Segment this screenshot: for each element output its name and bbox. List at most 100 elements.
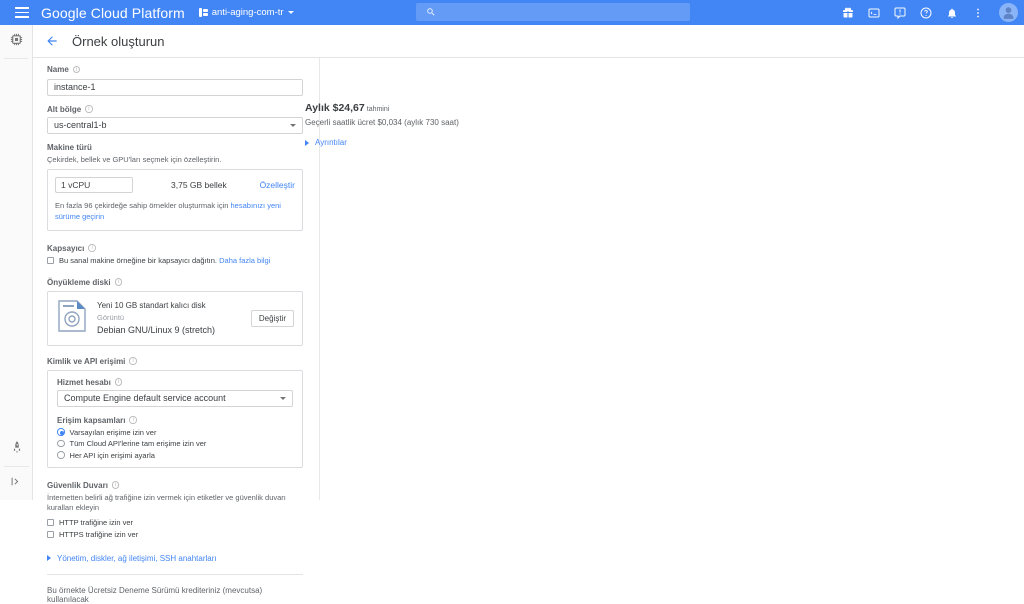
rail-item-marketplace[interactable] (0, 433, 33, 466)
firewall-http-label: HTTP trafiğine izin ver (59, 517, 134, 527)
scope-radio-custom[interactable] (57, 451, 65, 459)
info-icon[interactable]: i (114, 378, 123, 386)
advanced-settings-expander[interactable]: Yönetim, diskler, ağ iletişimi, SSH anah… (47, 554, 303, 563)
rail-expand-button[interactable] (0, 467, 33, 500)
field-container: Kapsayıcı i Bu sanal makine örneğine bir… (47, 244, 303, 266)
pricing-summary: Aylık $24,67 tahmini Geçerli saatlik ücre… (305, 102, 605, 147)
firewall-label-row: Güvenlik Duvarı i (47, 481, 303, 490)
vcpu-select[interactable]: 1 vCPU (55, 177, 133, 193)
search-input[interactable] (436, 6, 690, 18)
scope-label-custom: Her API için erişimi ayarla (69, 450, 155, 460)
info-icon[interactable]: i (114, 278, 123, 286)
firewall-http-row[interactable]: HTTP trafiğine izin ver (47, 518, 303, 528)
info-icon[interactable]: i (129, 357, 137, 365)
scope-option-default[interactable]: Varsayılan erişime izin ver (57, 428, 293, 437)
more-vert-icon[interactable] (970, 5, 985, 20)
container-label: Kapsayıcı (47, 243, 85, 253)
monthly-price: Aylık $24,67 (305, 102, 365, 114)
info-icon[interactable]: i (85, 105, 93, 113)
field-name: Name i (47, 65, 303, 96)
info-icon[interactable]: i (111, 481, 120, 489)
service-account-label-row: Hizmet hesabı i (57, 378, 293, 387)
container-checkbox[interactable] (47, 257, 54, 264)
page-title: Örnek oluşturun (72, 33, 165, 49)
scope-label-default: Varsayılan erişime izin ver (69, 427, 157, 437)
identity-label-row: Kimlik ve API erişimi i (47, 357, 303, 366)
container-more-info-link[interactable]: Daha fazla bilgi (219, 256, 270, 265)
section-divider (47, 573, 303, 575)
page-header: Örnek oluşturun (33, 25, 1024, 58)
back-arrow-icon[interactable] (45, 34, 59, 48)
page-content: Name i Alt bölge i us-central1-b Makine … (33, 58, 1024, 604)
firewall-https-row[interactable]: HTTPS trafiğine izin ver (47, 530, 303, 540)
scope-label-full: Tüm Cloud API'lerine tam erişime izin ve… (69, 439, 207, 449)
feedback-icon[interactable] (892, 5, 907, 20)
expand-panel-icon (10, 475, 23, 493)
boot-disk-size: Yeni 10 GB standart kalıcı disk (97, 301, 206, 311)
machine-type-label-row: Makine türü (47, 143, 303, 152)
machine-type-note: En fazla 96 çekirdeğe sahip örnekler olu… (55, 200, 295, 223)
customize-link[interactable]: Özelleştir (260, 180, 295, 190)
name-label-row: Name i (47, 65, 303, 74)
info-icon[interactable]: i (72, 65, 81, 74)
search-box[interactable] (416, 3, 690, 21)
firewall-https-checkbox[interactable] (47, 531, 54, 539)
hourly-price: Geçerli saatlik ücret $0,034 (aylık 730 … (305, 118, 459, 127)
change-boot-disk-button[interactable]: Değiştir (250, 309, 294, 327)
zone-label-row: Alt bölge i (47, 105, 303, 114)
container-checkbox-row[interactable]: Bu sanal makine örneğine bir kapsayıcı d… (47, 256, 303, 266)
terminal-icon[interactable] (866, 5, 881, 20)
marketplace-icon (10, 440, 24, 459)
access-scopes-label: Erişim kapsamları (57, 415, 126, 425)
gift-icon[interactable] (840, 5, 855, 20)
estimate-suffix: tahmini (366, 106, 390, 113)
identity-label: Kimlik ve API erişimi (47, 356, 126, 366)
zone-select[interactable]: us-central1-b (47, 116, 303, 134)
project-name: anti-aging-com-tr (211, 7, 284, 18)
firewall-http-checkbox[interactable] (47, 519, 54, 527)
boot-disk-label-row: Önyükleme diski i (47, 278, 303, 287)
left-rail (0, 25, 33, 500)
field-boot-disk: Önyükleme diski i Yeni 10 GB standart ka… (47, 278, 303, 346)
zone-label: Alt bölge (47, 104, 82, 114)
chevron-down-icon (287, 11, 294, 14)
info-icon[interactable]: i (129, 416, 137, 424)
service-account-select[interactable]: Compute Engine default service account (57, 389, 293, 407)
scope-radio-default[interactable] (57, 428, 65, 436)
access-scopes-label-row: Erişim kapsamları i (57, 416, 293, 425)
brand-title[interactable]: Google Cloud Platform (41, 5, 185, 21)
scope-radio-full[interactable] (57, 439, 65, 448)
advanced-settings-label: Yönetim, diskler, ağ iletişimi, SSH anah… (57, 553, 217, 563)
help-icon[interactable] (918, 5, 933, 20)
name-label: Name (47, 65, 69, 74)
firewall-label: Güvenlik Duvarı (47, 480, 108, 490)
avatar[interactable] (999, 3, 1018, 22)
top-bar-actions (840, 0, 1018, 25)
notifications-icon[interactable] (944, 5, 959, 20)
instance-form: Name i Alt bölge i us-central1-b Makine … (47, 65, 303, 604)
hamburger-menu-icon[interactable] (8, 7, 36, 18)
top-app-bar: Google Cloud Platform anti-aging-com-tr (0, 0, 1024, 25)
chevron-right-icon (305, 139, 309, 146)
identity-panel: Hizmet hesabı i Compute Engine default s… (47, 369, 303, 468)
pricing-details-expander[interactable]: Ayrıntılar (305, 138, 605, 147)
project-selector[interactable]: anti-aging-com-tr (198, 7, 294, 18)
cpu-chip-icon (9, 32, 24, 52)
firewall-https-label: HTTPS trafiğine izin ver (59, 529, 139, 539)
field-machine-type: Makine türü Çekirdek, bellek ve GPU'ları… (47, 143, 303, 231)
chevron-right-icon (47, 555, 51, 562)
scope-option-custom[interactable]: Her API için erişimi ayarla (57, 451, 293, 460)
rail-bottom-group (0, 433, 33, 500)
container-checkbox-label: Bu sanal makine örneğine bir kapsayıcı d… (59, 255, 218, 265)
boot-disk-panel: Yeni 10 GB standart kalıcı disk Görüntü … (47, 290, 303, 346)
field-firewall: Güvenlik Duvarı i İnternetten belirli ağ… (47, 481, 303, 540)
info-icon[interactable]: i (88, 244, 96, 252)
container-label-row: Kapsayıcı i (47, 244, 303, 253)
service-account-value: Compute Engine default service account (64, 393, 226, 404)
machine-type-note-text: En fazla 96 çekirdeğe sahip örnekler olu… (55, 201, 231, 210)
search-icon (426, 7, 436, 17)
rail-item-compute-engine[interactable] (0, 25, 33, 58)
scope-option-full[interactable]: Tüm Cloud API'lerine tam erişime izin ve… (57, 439, 293, 448)
name-input[interactable] (47, 78, 303, 96)
chevron-down-icon (280, 396, 286, 400)
